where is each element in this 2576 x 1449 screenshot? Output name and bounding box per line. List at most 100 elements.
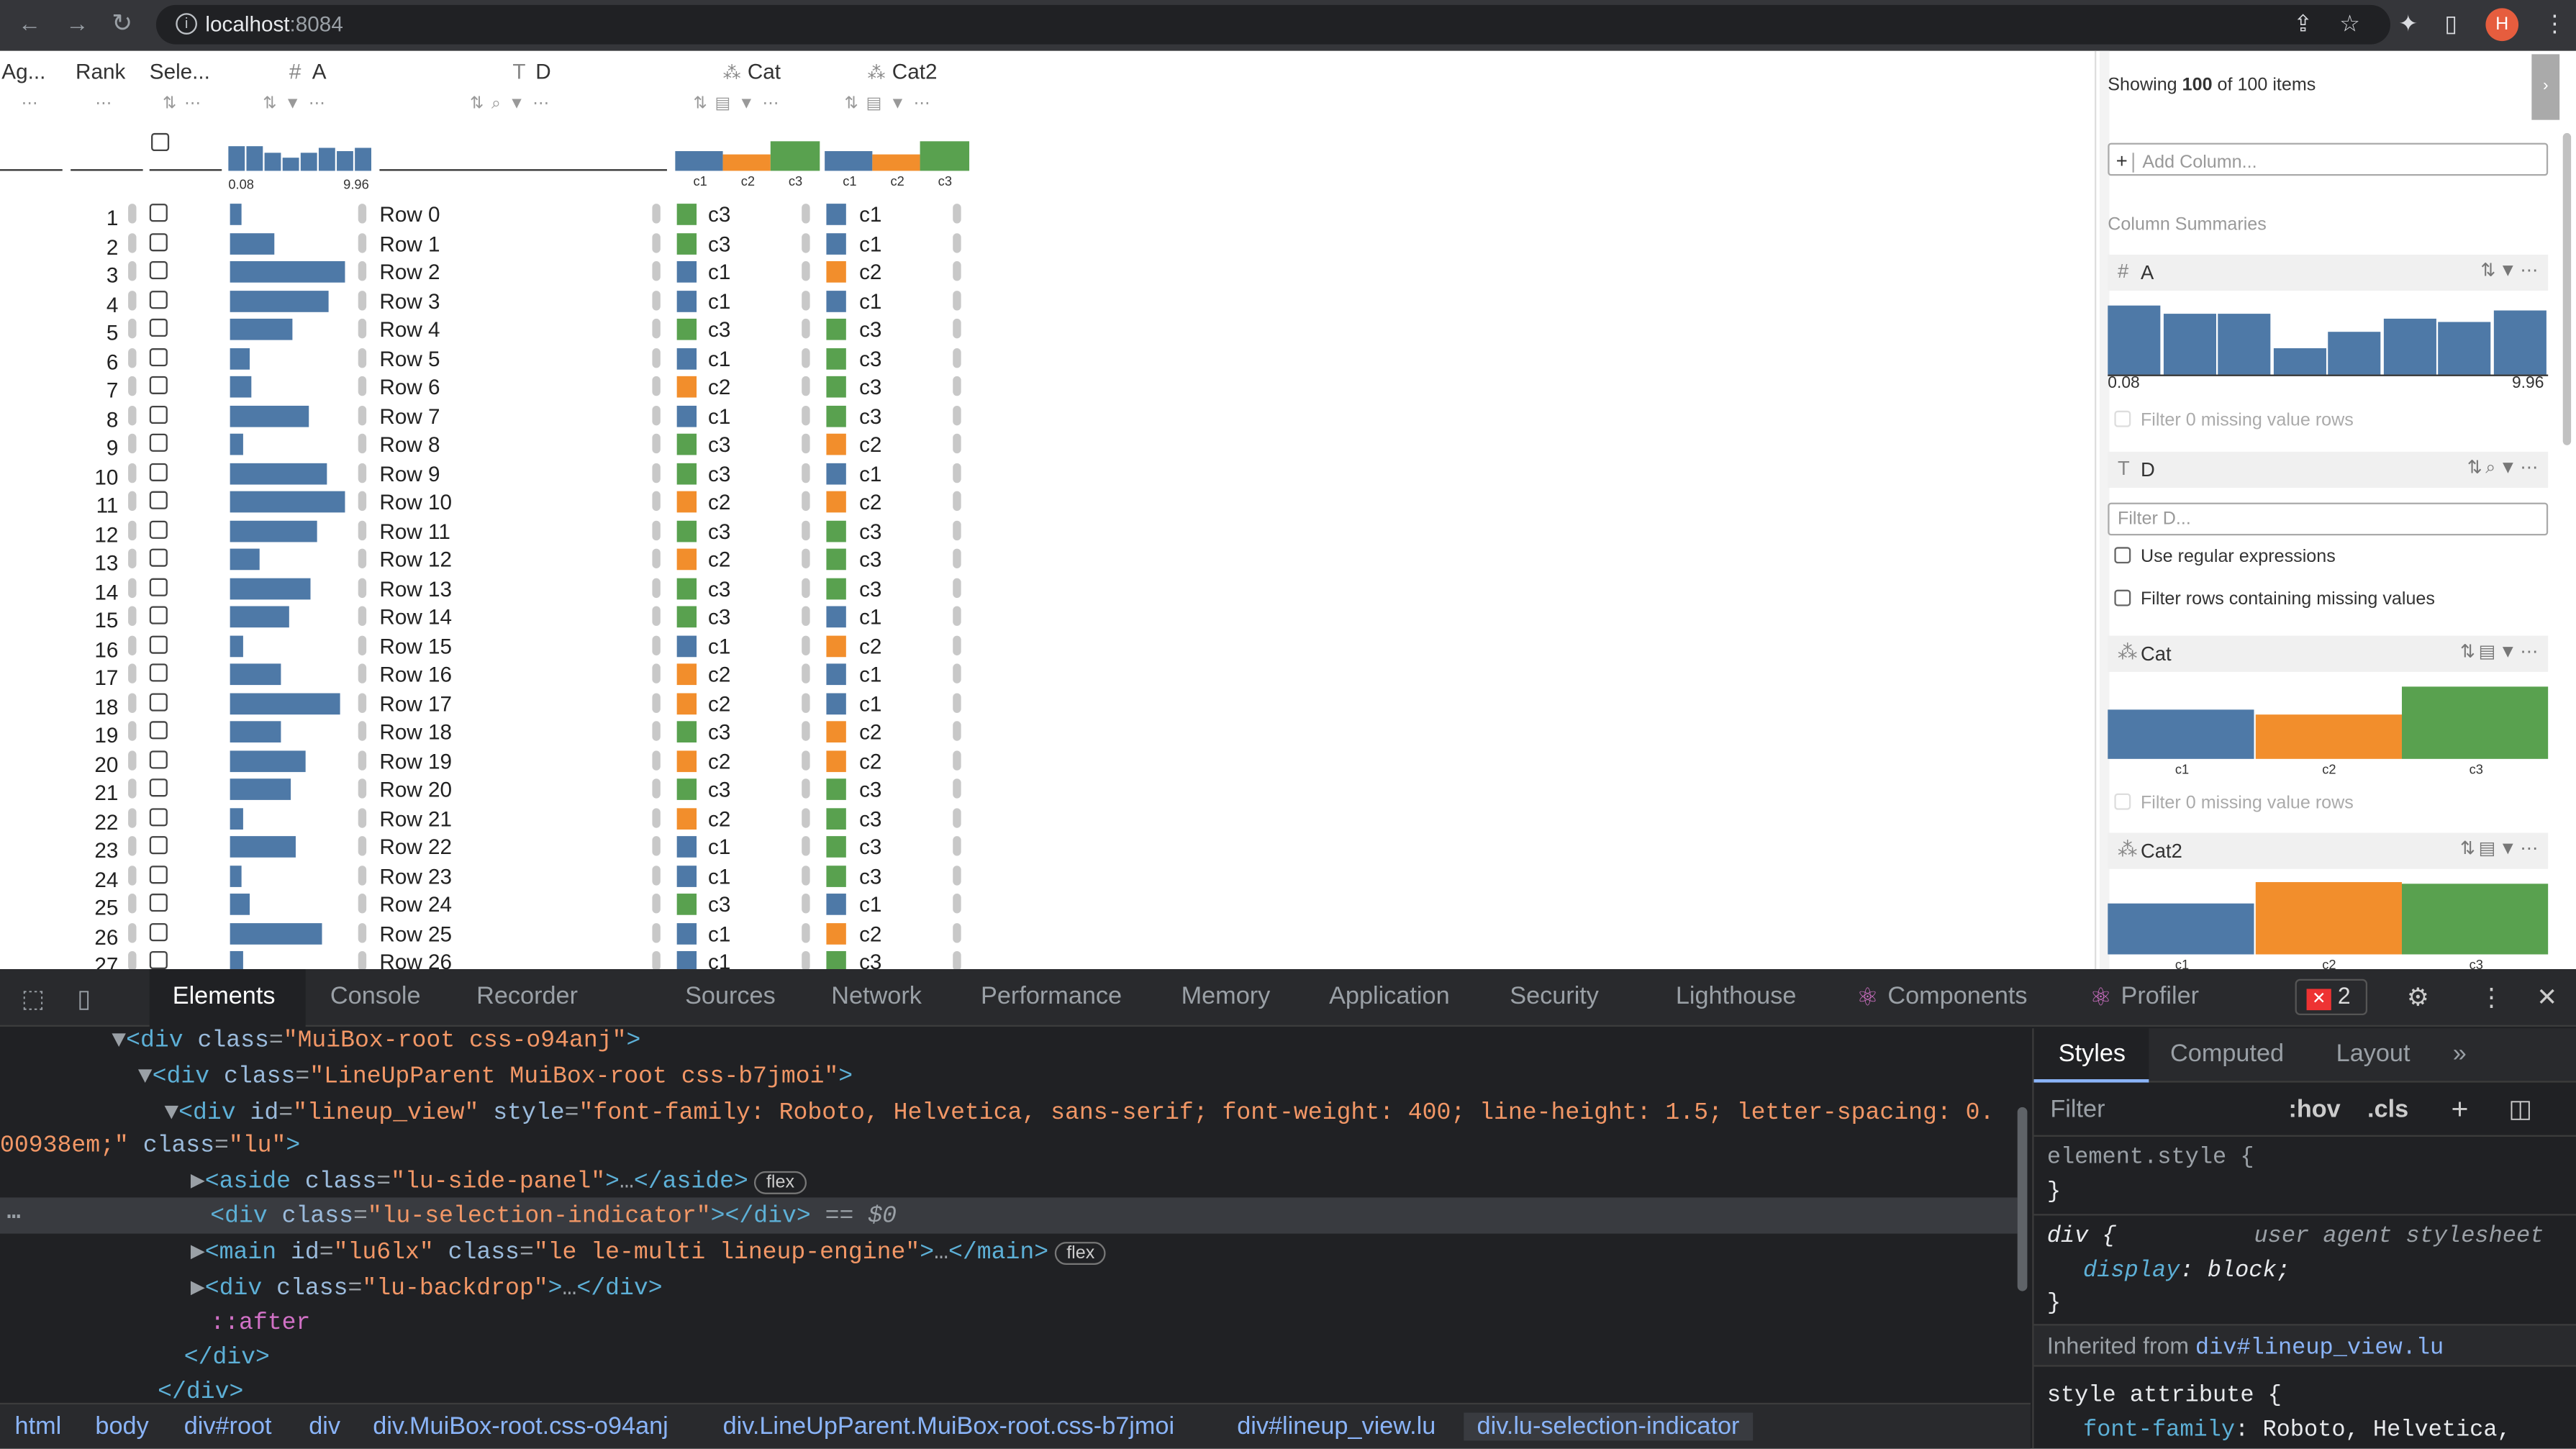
- cell-handle[interactable]: [652, 635, 661, 655]
- add-column-field[interactable]: + Add Column...: [2108, 142, 2549, 176]
- category-bar-c3[interactable]: [770, 141, 820, 171]
- cell-handle[interactable]: [802, 462, 810, 483]
- cell-handle[interactable]: [652, 606, 661, 626]
- cell-handle[interactable]: [953, 778, 961, 799]
- cell-handle[interactable]: [652, 519, 661, 540]
- histogram-bar[interactable]: [318, 147, 335, 171]
- dom-node[interactable]: ▼<div class="MuiBox-root css-o94anj">: [112, 1028, 640, 1063]
- histogram-bar[interactable]: [300, 153, 317, 171]
- cell-handle[interactable]: [953, 577, 961, 597]
- row-select-checkbox[interactable]: [149, 577, 168, 596]
- cell-handle[interactable]: [802, 692, 810, 712]
- cell-handle[interactable]: [358, 261, 367, 281]
- tab-elements[interactable]: Elements: [173, 982, 276, 1010]
- cell-handle[interactable]: [652, 318, 661, 339]
- tab-memory[interactable]: Memory: [1182, 982, 1271, 1010]
- aggregate-handle[interactable]: [128, 721, 137, 741]
- dom-node[interactable]: ▼<div class="LineUpParent MuiBox-root cs…: [138, 1064, 853, 1099]
- column-tools[interactable]: ⇅▤▼⋯: [2460, 837, 2541, 859]
- cell-handle[interactable]: [358, 692, 367, 712]
- aggregate-handle[interactable]: [128, 289, 137, 310]
- cell-handle[interactable]: [652, 750, 661, 770]
- row-select-checkbox[interactable]: [149, 204, 168, 222]
- histogram-bar[interactable]: [246, 146, 263, 171]
- aggregate-handle[interactable]: [128, 894, 137, 914]
- close-icon[interactable]: ✕: [2536, 982, 2557, 1012]
- header-a[interactable]: A: [312, 59, 327, 83]
- cell-handle[interactable]: [652, 922, 661, 942]
- category-bar-c1[interactable]: [2108, 709, 2254, 759]
- collapse-panel-button[interactable]: ›: [2531, 54, 2560, 120]
- tab-security[interactable]: Security: [1510, 982, 1599, 1010]
- share-icon[interactable]: ⇪: [2293, 10, 2313, 38]
- aggregate-handle[interactable]: [128, 692, 137, 712]
- header-select[interactable]: Sele...: [150, 59, 210, 83]
- cell-handle[interactable]: [358, 950, 367, 970]
- cell-handle[interactable]: [953, 232, 961, 253]
- table-row[interactable]: 5 Row 4 c3 c3: [0, 315, 986, 345]
- aggregate-handle[interactable]: [128, 807, 137, 827]
- table-row[interactable]: 1 Row 0 c3 c1: [0, 201, 986, 230]
- row-select-checkbox[interactable]: [149, 721, 168, 740]
- cell-handle[interactable]: [358, 491, 367, 512]
- breadcrumb-item[interactable]: html: [15, 1413, 62, 1441]
- row-select-checkbox[interactable]: [149, 462, 168, 481]
- cell-handle[interactable]: [802, 433, 810, 454]
- table-row[interactable]: 10 Row 9 c3 c1: [0, 459, 986, 489]
- cell-handle[interactable]: [358, 865, 367, 885]
- toggle-sidebar-icon[interactable]: ◫: [2508, 1094, 2531, 1124]
- row-select-checkbox[interactable]: [149, 750, 168, 768]
- header-aggregate[interactable]: Ag...: [1, 59, 45, 83]
- cell-handle[interactable]: [652, 347, 661, 368]
- table-row[interactable]: 22 Row 21 c2 c3: [0, 804, 986, 834]
- histogram-bar[interactable]: [2162, 314, 2216, 375]
- cell-handle[interactable]: [652, 692, 661, 712]
- table-row[interactable]: 13 Row 12 c2 c3: [0, 545, 986, 575]
- category-bar-c1[interactable]: [2108, 903, 2254, 955]
- sidebar-icon[interactable]: ▯: [2444, 10, 2457, 38]
- cell-handle[interactable]: [953, 433, 961, 454]
- cell-handle[interactable]: [358, 433, 367, 454]
- table-row[interactable]: 26 Row 25 c1 c2: [0, 919, 986, 949]
- cell-handle[interactable]: [953, 836, 961, 856]
- sort-group-filter-icons[interactable]: ⇅ ▤ ▼ ⋯: [693, 95, 780, 113]
- breadcrumb-item[interactable]: div#root: [184, 1413, 272, 1441]
- url-text[interactable]: localhost:8084: [205, 12, 343, 36]
- dom-pseudo[interactable]: ::after: [210, 1311, 310, 1345]
- cell-handle[interactable]: [953, 462, 961, 483]
- tab-computed[interactable]: Computed: [2170, 1040, 2284, 1068]
- row-select-checkbox[interactable]: [149, 318, 168, 337]
- element-style-rule[interactable]: element.style {: [2047, 1145, 2254, 1171]
- row-select-checkbox[interactable]: [149, 807, 168, 826]
- scrollbar-thumb[interactable]: [2562, 132, 2572, 445]
- sort-filter-icons[interactable]: ⇅ ⋯: [163, 95, 202, 113]
- cell-handle[interactable]: [358, 750, 367, 770]
- table-row[interactable]: 15 Row 14 c3 c1: [0, 603, 986, 632]
- row-select-checkbox[interactable]: [149, 376, 168, 394]
- filter-rows-missing-checkbox[interactable]: [2114, 589, 2131, 607]
- cell-handle[interactable]: [953, 692, 961, 712]
- tab-network[interactable]: Network: [831, 982, 922, 1010]
- table-row[interactable]: 21 Row 20 c3 c3: [0, 776, 986, 805]
- row-select-checkbox[interactable]: [149, 433, 168, 452]
- aggregate-handle[interactable]: [128, 922, 137, 942]
- cell-handle[interactable]: [802, 577, 810, 597]
- cell-handle[interactable]: [652, 289, 661, 310]
- row-select-checkbox[interactable]: [149, 232, 168, 251]
- cell-handle[interactable]: [358, 577, 367, 597]
- cell-handle[interactable]: [652, 404, 661, 425]
- cell-handle[interactable]: [358, 836, 367, 856]
- category-bar-c2[interactable]: [722, 154, 771, 171]
- cell-handle[interactable]: [802, 289, 810, 310]
- cell-handle[interactable]: [358, 894, 367, 914]
- sort-group-filter-icons[interactable]: ⇅ ▤ ▼ ⋯: [845, 95, 932, 113]
- cell-handle[interactable]: [652, 577, 661, 597]
- device-toolbar-icon[interactable]: ▯: [77, 984, 91, 1014]
- row-select-checkbox[interactable]: [149, 289, 168, 309]
- site-info-icon[interactable]: i: [176, 13, 197, 35]
- cell-handle[interactable]: [652, 491, 661, 512]
- cell-handle[interactable]: [802, 922, 810, 942]
- cell-handle[interactable]: [802, 491, 810, 512]
- category-bar-c1[interactable]: [675, 151, 723, 171]
- histogram-bar[interactable]: [2328, 332, 2381, 375]
